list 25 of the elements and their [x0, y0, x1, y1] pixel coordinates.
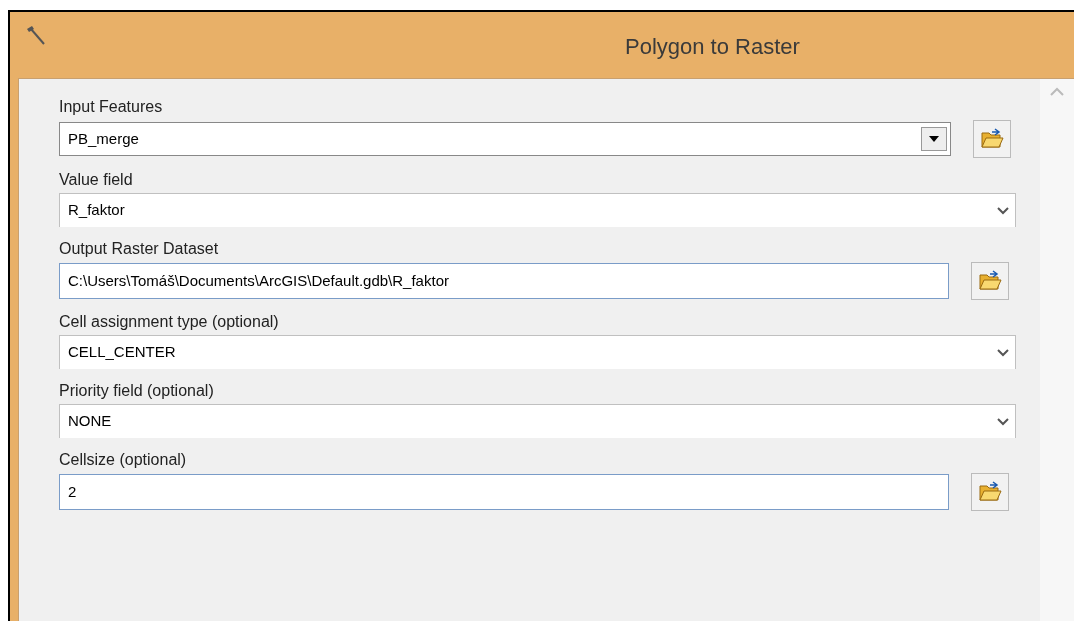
- dropdown-field[interactable]: CELL_CENTER: [59, 335, 1016, 369]
- dropdown-field[interactable]: NONE: [59, 404, 1016, 438]
- window-title: Polygon to Raster: [625, 33, 800, 61]
- input-field[interactable]: C:\Users\Tomáš\Documents\ArcGIS\Default.gdb\R_faktor: [59, 263, 949, 299]
- browse-button[interactable]: [973, 120, 1011, 158]
- caret-icon: [929, 136, 939, 142]
- field-label: Priority field (optional): [59, 381, 215, 401]
- field-label: Cellsize (optional): [59, 450, 188, 470]
- browse-button[interactable]: [971, 473, 1009, 511]
- folder-icon: [978, 481, 1002, 503]
- browse-button[interactable]: [971, 262, 1009, 300]
- field-label: Output Raster Dataset: [59, 239, 220, 259]
- field-label: Value field: [59, 170, 134, 190]
- hammer-icon: [24, 24, 46, 46]
- field-label: Cell assignment type (optional): [59, 312, 280, 332]
- combo-box[interactable]: PB_merge: [59, 122, 951, 156]
- dropdown-field[interactable]: R_faktor: [59, 193, 1016, 227]
- input-field[interactable]: 2: [59, 474, 949, 510]
- dropdown-button[interactable]: [921, 127, 947, 151]
- folder-icon: [978, 270, 1002, 292]
- folder-icon: [980, 128, 1004, 150]
- chevron-down-icon: [997, 206, 1009, 215]
- field-label: Input Features: [59, 97, 164, 117]
- chevron-down-icon: [997, 348, 1009, 357]
- chevron-down-icon: [997, 417, 1009, 426]
